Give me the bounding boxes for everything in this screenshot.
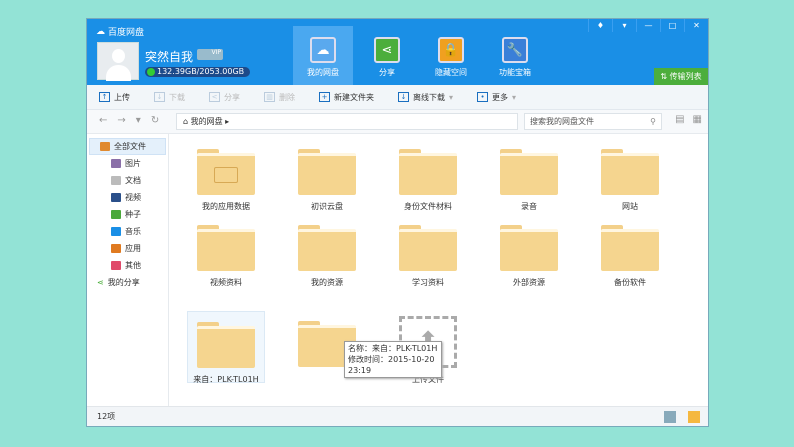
minimize-button[interactable]: — <box>636 19 660 32</box>
list-view-button[interactable]: ▤ <box>675 114 684 125</box>
toolbar-button-2[interactable]: < 分享 <box>209 92 240 103</box>
tab-2[interactable]: 🔒 隐藏空间 <box>421 26 481 85</box>
storage-quota: 132.39GB/2053.00GB <box>145 67 251 77</box>
folder-item[interactable]: 录音 <box>490 149 568 219</box>
share-icon: < <box>209 92 220 102</box>
folder-item[interactable]: 初识云盘 <box>288 149 366 219</box>
category-icon <box>111 244 121 253</box>
folder-icon <box>399 149 457 195</box>
home-icon: ⌂ <box>183 117 191 126</box>
sidebar-item-2[interactable]: 视频 <box>87 189 168 206</box>
cloud-icon: ☁ <box>310 37 336 63</box>
sidebar-item-all-files[interactable]: 全部文件 <box>89 138 166 155</box>
back-button[interactable]: ← <box>99 115 107 126</box>
folder-item[interactable]: 备份软件 <box>591 225 669 295</box>
folder-icon <box>298 149 356 195</box>
category-icon <box>111 227 121 236</box>
path-breadcrumb[interactable]: ⌂ 我的网盘 ▸ <box>176 113 518 130</box>
sidebar-item-6[interactable]: 其他 <box>87 257 168 274</box>
menu-icon[interactable]: ▾ <box>612 19 636 32</box>
toolbar-button-4[interactable]: + 新建文件夹 <box>319 92 374 103</box>
tab-3[interactable]: 🔧 功能宝箱 <box>485 26 545 85</box>
history-dropdown[interactable]: ▾ <box>136 115 141 126</box>
search-icon[interactable]: ⚲ <box>650 114 656 129</box>
tab-0[interactable]: ☁ 我的网盘 <box>293 26 353 85</box>
upload-icon: ↑ <box>99 92 110 102</box>
folder-item[interactable]: 我的资源 <box>288 225 366 295</box>
maximize-button[interactable]: □ <box>660 19 684 32</box>
window-controls: ♦ ▾ — □ ✕ <box>588 19 708 32</box>
folder-item[interactable]: 来自：PLK-TL01H <box>187 311 265 384</box>
folder-icon <box>500 149 558 195</box>
folder-icon <box>298 225 356 271</box>
cloud-logo-icon: ☁ <box>96 26 105 37</box>
category-icon <box>111 261 121 270</box>
category-icon <box>111 159 121 168</box>
sidebar: 全部文件 图片 文档 视频 种子 音乐 应用 其他 ⋖ 我的分享 <box>87 134 169 406</box>
folder-icon <box>399 225 457 271</box>
sidebar-item-0[interactable]: 图片 <box>87 155 168 172</box>
toolbar-button-5[interactable]: ↓ 离线下载 ▾ <box>398 92 453 103</box>
sidebar-item-my-share[interactable]: ⋖ 我的分享 <box>87 274 168 291</box>
app-logo: ☁ 百度网盘 <box>96 26 145 39</box>
refresh-button[interactable]: ↻ <box>151 115 159 126</box>
lock-icon: 🔒 <box>438 37 464 63</box>
category-icon <box>111 210 121 219</box>
folder-icon <box>197 225 255 271</box>
sidebar-item-3[interactable]: 种子 <box>87 206 168 223</box>
transfer-list-button[interactable]: ⇅ 传输列表 <box>654 68 708 85</box>
folder-icon <box>601 225 659 271</box>
folder-item[interactable]: 网站 <box>591 149 669 219</box>
download-icon: ↓ <box>154 92 165 102</box>
folder-icon <box>100 142 110 151</box>
avatar[interactable] <box>97 42 139 81</box>
wrench-icon: 🔧 <box>502 37 528 63</box>
lock-icon <box>214 167 238 183</box>
folder-icon <box>197 149 255 195</box>
grid-icon[interactable] <box>664 411 676 423</box>
baidu-netdisk-window: ☁ 百度网盘 突然自我 VIP 132.39GB/2053.00GB ☁ 我的网盘 ⋖… <box>86 18 709 427</box>
grid-view-button[interactable]: ▦ <box>693 114 702 125</box>
offline-download-icon: ↓ <box>398 92 409 102</box>
folder-item[interactable]: 身份文件材料 <box>389 149 467 219</box>
folder-icon <box>601 149 659 195</box>
search-input[interactable]: 搜索我的网盘文件 ⚲ <box>524 113 662 130</box>
header: ☁ 百度网盘 突然自我 VIP 132.39GB/2053.00GB ☁ 我的网盘 ⋖… <box>87 19 708 85</box>
more-icon: • <box>477 92 489 102</box>
toolbar-button-3[interactable]: ▥ 删除 <box>264 92 295 103</box>
folder-item[interactable]: 我的应用数据 <box>187 149 265 219</box>
sidebar-item-1[interactable]: 文档 <box>87 172 168 189</box>
tooltip: 名称：来自：PLK-TL01H 修改时间：2015-10-20 23:19 <box>344 341 442 378</box>
category-icon <box>111 176 121 185</box>
close-button[interactable]: ✕ <box>684 19 708 32</box>
toolbar-button-6[interactable]: • 更多 ▾ <box>477 92 516 103</box>
folder-icon <box>500 225 558 271</box>
folder-item[interactable]: 学习资料 <box>389 225 467 295</box>
vip-badge[interactable]: VIP <box>197 49 223 60</box>
tab-1[interactable]: ⋖ 分享 <box>357 26 417 85</box>
status-bar: 12项 <box>87 406 708 426</box>
folder-icon <box>197 322 255 368</box>
share-icon: ⋖ <box>374 37 400 63</box>
address-bar: ← → ▾ ↻ ⌂ 我的网盘 ▸ 搜索我的网盘文件 ⚲ ▤ ▦ <box>87 110 708 134</box>
toolbar-button-1[interactable]: ↓ 下载 <box>154 92 185 103</box>
bell-icon[interactable]: ♦ <box>588 19 612 32</box>
transfer-icon: ⇅ <box>660 72 670 81</box>
forward-button[interactable]: → <box>117 115 125 126</box>
upload-icon[interactable] <box>688 411 700 423</box>
share-icon: ⋖ <box>97 278 104 287</box>
folder-item[interactable]: 视频资料 <box>187 225 265 295</box>
toolbar-button-0[interactable]: ↑ 上传 <box>99 92 130 103</box>
sidebar-item-5[interactable]: 应用 <box>87 240 168 257</box>
file-grid: 名称：来自：PLK-TL01H 修改时间：2015-10-20 23:19 我的应用… <box>170 134 710 406</box>
username: 突然自我 <box>145 50 194 64</box>
category-icon <box>111 193 121 202</box>
trash-icon: ▥ <box>264 92 275 102</box>
toolbar: ↑ 上传 ↓ 下载 < 分享 ▥ 删除 + 新建文件夹 ↓ 离线下载 ▾ • 更多 ▾ <box>87 85 708 110</box>
folder-item[interactable]: 外部资源 <box>490 225 568 295</box>
new-folder-icon: + <box>319 92 330 102</box>
sidebar-item-4[interactable]: 音乐 <box>87 223 168 240</box>
